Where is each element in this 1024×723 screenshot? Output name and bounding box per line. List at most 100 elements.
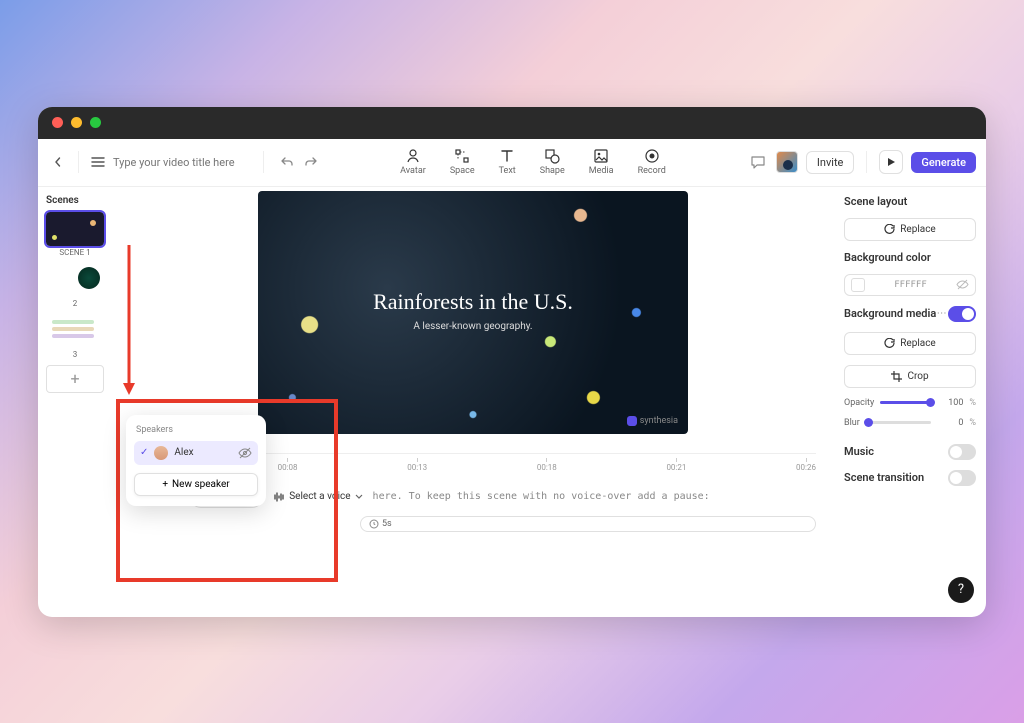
tool-space[interactable]: Space xyxy=(450,148,475,176)
voice-label: Select a voice xyxy=(289,491,350,502)
top-toolbar: Avatar Space Text Shape Media Record xyxy=(38,139,986,187)
comment-icon[interactable] xyxy=(748,152,768,172)
visibility-off-icon[interactable] xyxy=(238,446,252,460)
blur-slider[interactable] xyxy=(866,421,932,424)
bg-color-input[interactable]: FFFFFF xyxy=(844,274,976,296)
canvas-area: Rainforests in the U.S. A lesser-known g… xyxy=(112,187,834,617)
scene-label: SCENE 1 xyxy=(44,248,106,257)
space-icon xyxy=(454,148,470,164)
close-window-icon[interactable] xyxy=(52,117,63,128)
replace-media-button[interactable]: Replace xyxy=(844,332,976,355)
window-titlebar xyxy=(38,107,986,139)
shape-icon xyxy=(544,148,560,164)
divider xyxy=(263,151,264,173)
speakers-popover: Speakers ✓ Alex + New speaker xyxy=(126,415,266,506)
tool-media[interactable]: Media xyxy=(589,148,614,176)
speakers-heading: Speakers xyxy=(134,423,258,441)
crop-media-button[interactable]: Crop xyxy=(844,365,976,388)
color-swatch xyxy=(851,278,865,292)
tool-label: Record xyxy=(638,166,666,176)
bg-media-heading: Background media xyxy=(844,307,936,320)
divider xyxy=(866,151,867,173)
plus-icon: + xyxy=(162,479,168,490)
avatar-icon xyxy=(154,446,168,460)
blur-value: 0 xyxy=(937,418,963,428)
tick-label: 00:18 xyxy=(537,463,557,472)
blur-row: Blur 0 % xyxy=(844,418,976,428)
opacity-value: 100 xyxy=(937,398,963,408)
menu-icon[interactable] xyxy=(89,157,107,167)
back-button[interactable] xyxy=(48,157,68,167)
canvas[interactable]: Rainforests in the U.S. A lesser-known g… xyxy=(112,187,834,437)
opacity-label: Opacity xyxy=(844,398,874,408)
redo-button[interactable] xyxy=(304,156,318,168)
select-voice-button[interactable]: Select a voice xyxy=(273,491,362,503)
video-title-input[interactable] xyxy=(113,156,253,169)
more-icon[interactable]: ⋯ xyxy=(937,308,948,319)
new-speaker-button[interactable]: + New speaker xyxy=(134,473,258,496)
music-toggle[interactable] xyxy=(948,444,976,460)
visibility-off-icon[interactable] xyxy=(956,278,969,291)
percent-unit: % xyxy=(969,418,976,428)
generate-button[interactable]: Generate xyxy=(911,152,976,173)
scene-label: 3 xyxy=(44,350,106,359)
text-icon xyxy=(499,148,515,164)
scene-thumb-1[interactable] xyxy=(46,212,104,246)
chevron-down-icon xyxy=(355,494,363,500)
refresh-icon xyxy=(884,338,895,349)
tool-label: Space xyxy=(450,166,475,176)
invite-button[interactable]: Invite xyxy=(806,151,855,174)
tick-label: 00:26 xyxy=(796,463,816,472)
tick-label: 00:21 xyxy=(666,463,686,472)
tool-label: Media xyxy=(589,166,614,176)
speaker-name: Alex xyxy=(174,447,232,458)
user-avatar[interactable] xyxy=(776,151,798,173)
transition-heading: Scene transition xyxy=(844,471,924,484)
music-heading: Music xyxy=(844,445,874,458)
preview-play-button[interactable] xyxy=(879,150,903,174)
pause-duration-chip[interactable]: 5s xyxy=(360,516,816,532)
bg-color-heading: Background color xyxy=(844,251,976,264)
tool-text[interactable]: Text xyxy=(499,148,516,176)
opacity-slider[interactable] xyxy=(880,401,931,404)
tool-label: Text xyxy=(499,166,516,176)
scene-layout-heading: Scene layout xyxy=(844,195,976,208)
tool-avatar[interactable]: Avatar xyxy=(400,148,426,176)
tool-label: Avatar xyxy=(400,166,426,176)
refresh-icon xyxy=(884,224,895,235)
new-speaker-label: New speaker xyxy=(172,479,230,490)
scenes-heading: Scenes xyxy=(44,193,106,212)
duration-value: 5s xyxy=(382,519,392,529)
crop-icon xyxy=(891,371,902,382)
scene-thumb-2[interactable] xyxy=(46,263,104,297)
tick-label: 00:13 xyxy=(407,463,427,472)
toolbar-right: Invite Generate xyxy=(748,150,976,174)
properties-panel: Scene layout Replace Background color FF… xyxy=(834,187,986,617)
minimize-window-icon[interactable] xyxy=(71,117,82,128)
replace-layout-button[interactable]: Replace xyxy=(844,218,976,241)
slide-title: Rainforests in the U.S. xyxy=(258,289,688,315)
add-scene-button[interactable]: + xyxy=(46,365,104,393)
slide-preview[interactable]: Rainforests in the U.S. A lesser-known g… xyxy=(258,191,688,434)
maximize-window-icon[interactable] xyxy=(90,117,101,128)
color-hex-value: FFFFFF xyxy=(865,280,956,290)
script-placeholder[interactable]: here. To keep this scene with no voice-o… xyxy=(373,491,710,502)
scene-thumb-3[interactable] xyxy=(46,314,104,348)
check-icon: ✓ xyxy=(140,447,148,458)
brand-watermark: synthesia xyxy=(627,416,678,426)
undo-button[interactable] xyxy=(280,156,294,168)
transition-toggle[interactable] xyxy=(948,470,976,486)
divider xyxy=(78,151,79,173)
scenes-panel: Scenes SCENE 1 2 3 + xyxy=(38,187,112,617)
speaker-item-alex[interactable]: ✓ Alex xyxy=(134,441,258,465)
media-icon xyxy=(593,148,609,164)
tool-shape[interactable]: Shape xyxy=(540,148,565,176)
scene-label: 2 xyxy=(44,299,106,308)
avatar-icon xyxy=(405,148,421,164)
clock-icon xyxy=(369,519,379,529)
bg-media-toggle[interactable] xyxy=(948,306,976,322)
help-button[interactable]: ? xyxy=(948,577,974,603)
tool-record[interactable]: Record xyxy=(638,148,666,176)
waveform-icon xyxy=(273,491,285,503)
opacity-row: Opacity 100 % xyxy=(844,398,976,408)
